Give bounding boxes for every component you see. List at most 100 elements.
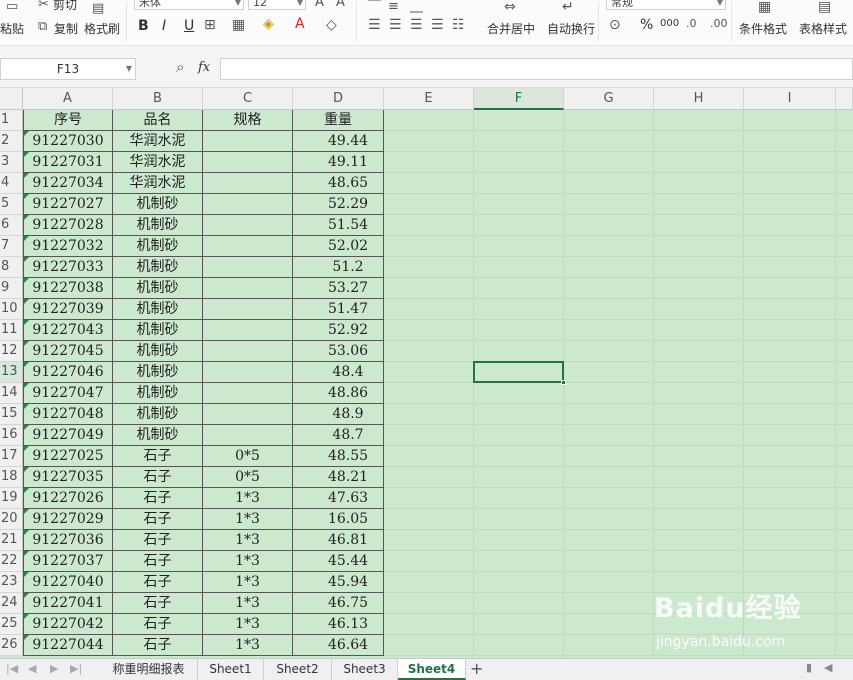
cell-b7[interactable]: 机制砂 bbox=[113, 236, 203, 257]
cell-d13[interactable]: 48.4 bbox=[293, 362, 384, 383]
row-header[interactable]: 21 bbox=[0, 530, 23, 551]
cell-a6[interactable]: 91227028 bbox=[23, 215, 113, 236]
row-header[interactable]: 7 bbox=[0, 236, 23, 257]
cell-a7[interactable]: 91227032 bbox=[23, 236, 113, 257]
row-header[interactable]: 12 bbox=[0, 341, 23, 362]
justify-icon[interactable]: ☰ bbox=[431, 18, 444, 32]
select-all-corner[interactable] bbox=[0, 88, 23, 110]
cell-c3[interactable] bbox=[203, 152, 293, 173]
wrap-icon[interactable]: ↵ bbox=[562, 0, 574, 14]
cell-a19[interactable]: 91227026 bbox=[23, 488, 113, 509]
cell-c16[interactable] bbox=[203, 425, 293, 446]
sheet-tab[interactable]: Sheet4 bbox=[398, 659, 466, 680]
cell-a10[interactable]: 91227039 bbox=[23, 299, 113, 320]
cell-d5[interactable]: 52.29 bbox=[293, 194, 384, 215]
cell-b25[interactable]: 石子 bbox=[113, 614, 203, 635]
last-sheet-icon[interactable]: ▶| bbox=[70, 662, 82, 675]
number-format-select[interactable]: 常规 ▼ bbox=[606, 0, 726, 10]
row-header[interactable]: 18 bbox=[0, 467, 23, 488]
table-style-icon[interactable]: ▤ bbox=[818, 0, 831, 14]
cell-b8[interactable]: 机制砂 bbox=[113, 257, 203, 278]
sheet-tab[interactable]: Sheet3 bbox=[332, 659, 398, 680]
cell-d10[interactable]: 51.47 bbox=[293, 299, 384, 320]
thousands-button[interactable]: 000 bbox=[660, 18, 679, 29]
cell-c6[interactable] bbox=[203, 215, 293, 236]
column-header-g[interactable]: G bbox=[564, 88, 654, 110]
align-bottom-icon[interactable]: ⎽ bbox=[410, 0, 423, 14]
align-middle-icon[interactable]: ≡ bbox=[388, 0, 399, 14]
add-sheet-button[interactable]: + bbox=[470, 659, 483, 679]
cell-d4[interactable]: 48.65 bbox=[293, 173, 384, 194]
cell-a14[interactable]: 91227047 bbox=[23, 383, 113, 404]
cell-a18[interactable]: 91227035 bbox=[23, 467, 113, 488]
cell-c9[interactable] bbox=[203, 278, 293, 299]
cell-a20[interactable]: 91227029 bbox=[23, 509, 113, 530]
cell-a1[interactable]: 序号 bbox=[23, 110, 113, 131]
cell-b14[interactable]: 机制砂 bbox=[113, 383, 203, 404]
cell-c26[interactable]: 1*3 bbox=[203, 635, 293, 656]
column-header-e[interactable]: E bbox=[384, 88, 474, 110]
cell-d16[interactable]: 48.7 bbox=[293, 425, 384, 446]
cut-button[interactable]: 剪切 bbox=[53, 0, 77, 13]
underline-button[interactable]: U bbox=[184, 18, 194, 34]
sheet-tab[interactable]: Sheet1 bbox=[198, 659, 264, 680]
row-header[interactable]: 6 bbox=[0, 215, 23, 236]
row-header[interactable]: 2 bbox=[0, 131, 23, 152]
name-box[interactable]: F13 ▼ bbox=[0, 58, 136, 80]
cell-c17[interactable]: 0*5 bbox=[203, 446, 293, 467]
cell-c8[interactable] bbox=[203, 257, 293, 278]
cell-a5[interactable]: 91227027 bbox=[23, 194, 113, 215]
font-size-select[interactable]: 12 ▼ bbox=[248, 0, 306, 10]
border-icon[interactable]: ⊞ bbox=[204, 18, 216, 32]
column-header-i[interactable]: I bbox=[744, 88, 836, 110]
cell-b19[interactable]: 石子 bbox=[113, 488, 203, 509]
cell-c15[interactable] bbox=[203, 404, 293, 425]
cell-b16[interactable]: 机制砂 bbox=[113, 425, 203, 446]
sheet-tab[interactable]: 称重明细报表 bbox=[100, 659, 198, 680]
cut-icon[interactable]: ✂ bbox=[38, 0, 49, 12]
column-header-c[interactable]: C bbox=[203, 88, 293, 110]
cell-d20[interactable]: 16.05 bbox=[293, 509, 384, 530]
cell-a2[interactable]: 91227030 bbox=[23, 131, 113, 152]
font-color-icon[interactable]: A bbox=[295, 17, 305, 31]
fill-handle[interactable] bbox=[561, 380, 566, 385]
row-header[interactable]: 25 bbox=[0, 614, 23, 635]
row-header[interactable]: 4 bbox=[0, 173, 23, 194]
cell-c7[interactable] bbox=[203, 236, 293, 257]
cell-d1[interactable]: 重量 bbox=[293, 110, 384, 131]
cell-a17[interactable]: 91227025 bbox=[23, 446, 113, 467]
cell-a23[interactable]: 91227040 bbox=[23, 572, 113, 593]
clear-format-icon[interactable]: ◇ bbox=[326, 18, 337, 32]
cell-b9[interactable]: 机制砂 bbox=[113, 278, 203, 299]
cell-a25[interactable]: 91227042 bbox=[23, 614, 113, 635]
cell-a9[interactable]: 91227038 bbox=[23, 278, 113, 299]
cell-a24[interactable]: 91227041 bbox=[23, 593, 113, 614]
row-header[interactable]: 14 bbox=[0, 383, 23, 404]
cell-b3[interactable]: 华润水泥 bbox=[113, 152, 203, 173]
currency-icon[interactable]: ⊙ bbox=[609, 18, 621, 32]
row-header[interactable]: 10 bbox=[0, 299, 23, 320]
font-name-select[interactable]: 宋体 ▼ bbox=[134, 0, 244, 10]
column-header-h[interactable]: H bbox=[654, 88, 744, 110]
cell-c24[interactable]: 1*3 bbox=[203, 593, 293, 614]
row-header[interactable]: 20 bbox=[0, 509, 23, 530]
merge-icon[interactable]: ⇔ bbox=[504, 0, 516, 14]
cell-d18[interactable]: 48.21 bbox=[293, 467, 384, 488]
cell-d17[interactable]: 48.55 bbox=[293, 446, 384, 467]
cell-d22[interactable]: 45.44 bbox=[293, 551, 384, 572]
cell-b5[interactable]: 机制砂 bbox=[113, 194, 203, 215]
align-left-icon[interactable]: ☰ bbox=[368, 18, 381, 32]
cell-b17[interactable]: 石子 bbox=[113, 446, 203, 467]
bold-button[interactable]: B bbox=[138, 18, 149, 34]
cell-d26[interactable]: 46.64 bbox=[293, 635, 384, 656]
conditional-format-icon[interactable]: ▦ bbox=[758, 0, 771, 14]
cell-a16[interactable]: 91227049 bbox=[23, 425, 113, 446]
column-header-b[interactable]: B bbox=[113, 88, 203, 110]
fill-color-icon[interactable]: ◈ bbox=[263, 17, 274, 31]
distributed-icon[interactable]: ☷ bbox=[452, 18, 465, 32]
cell-d19[interactable]: 47.63 bbox=[293, 488, 384, 509]
align-top-icon[interactable]: ⎺ bbox=[368, 0, 381, 14]
cell-b15[interactable]: 机制砂 bbox=[113, 404, 203, 425]
paste-icon[interactable]: ▭ bbox=[6, 0, 18, 14]
cell-a26[interactable]: 91227044 bbox=[23, 635, 113, 656]
